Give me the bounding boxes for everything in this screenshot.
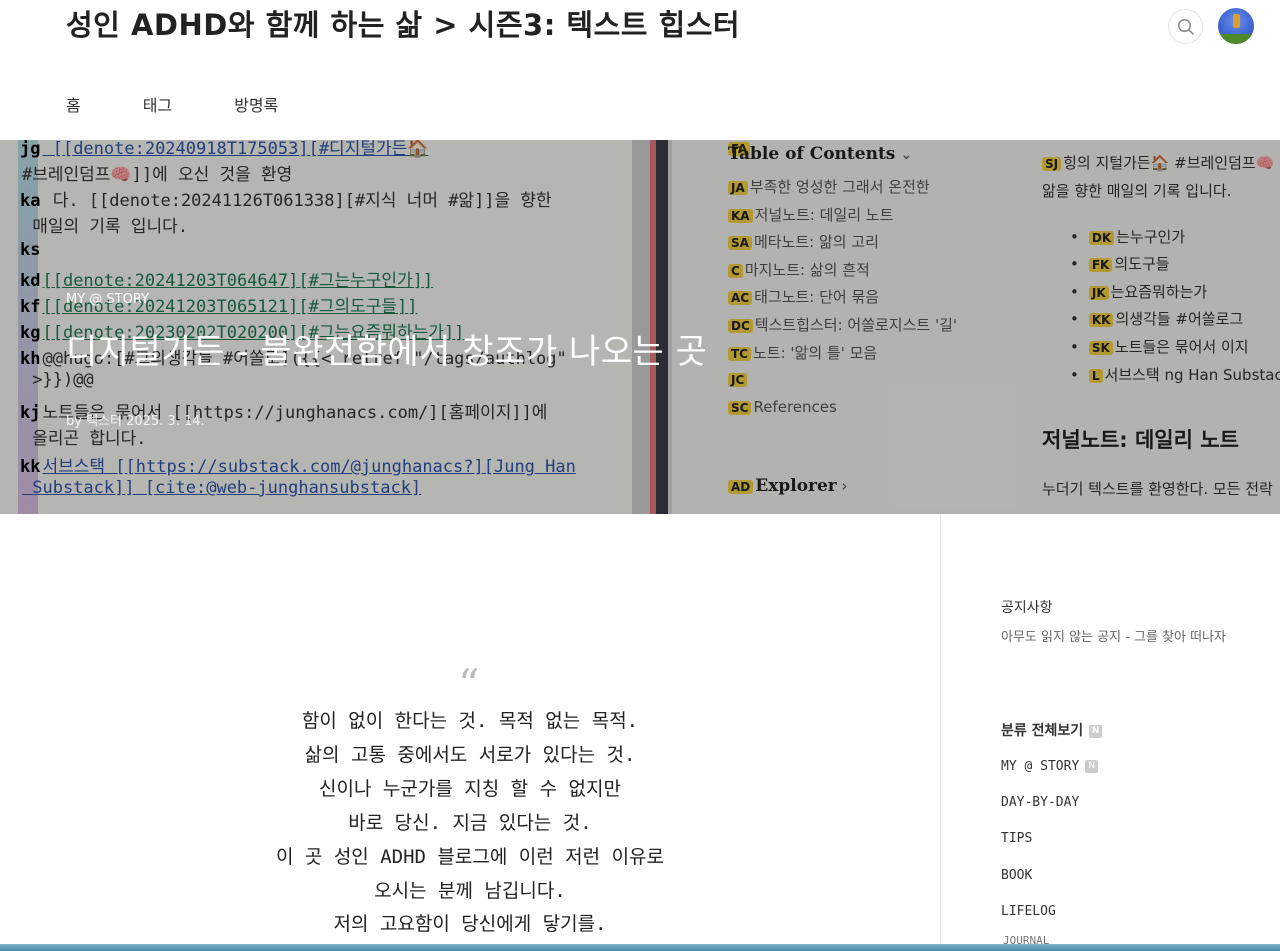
quote-line: 오시는 분께 남깁니다. [374, 880, 566, 902]
bottom-border [0, 944, 1280, 951]
site-header: 성인 ADHD와 함께 하는 삶 > 시즌3: 텍스트 힙스터 홈 태그 방명록 [0, 0, 1280, 140]
search-button[interactable] [1168, 9, 1203, 44]
category-tips[interactable]: TIPS [1001, 831, 1032, 846]
quote-line: 삶의 고통 중에서도 서로가 있다는 것. [304, 744, 636, 766]
quote-icon: “ [458, 660, 480, 709]
search-icon [1177, 18, 1194, 35]
quote-line: 바로 당신. 지금 있다는 것. [348, 812, 592, 834]
quote-line: 저의 고요함이 당신에게 닿기를. [333, 913, 607, 935]
main-nav: 홈 태그 방명록 [66, 92, 340, 116]
quote-line: 함이 없이 한다는 것. 목적 없는 목적. [301, 710, 639, 732]
nav-home[interactable]: 홈 [66, 92, 81, 116]
hero-post-title[interactable]: 디지털가든 - 불완전함에서 창조가 나오는 곳 [66, 324, 707, 373]
category-lifelog[interactable]: LIFELOG [1001, 904, 1056, 919]
category-my-story[interactable]: MY @ STORY N [1001, 759, 1099, 774]
notice-link[interactable]: 아무도 읽지 않는 공지 - 그를 찾아 떠나자 [1001, 627, 1251, 649]
nav-guestbook[interactable]: 방명록 [234, 92, 278, 116]
quote-line: 이 곳 성인 ADHD 블로그에 이런 저런 이유로 [275, 846, 665, 868]
new-badge: N [1085, 760, 1099, 773]
intro-quote: “ 함이 없이 한다는 것. 목적 없는 목적. 삶의 고통 중에서도 서로가 … [0, 514, 940, 951]
featured-post-hero[interactable]: jg [[denote:20240918T175053][#디지털가든🏠 #브레… [0, 140, 1280, 514]
category-heading[interactable]: 분류 전체보기 N [1001, 720, 1103, 740]
nav-tags[interactable]: 태그 [143, 92, 172, 116]
sidebar: 공지사항 아무도 읽지 않는 공지 - 그를 찾아 떠나자 분류 전체보기 N M… [940, 514, 1280, 951]
site-title[interactable]: 성인 ADHD와 함께 하는 삶 > 시즌3: 텍스트 힙스터 [66, 2, 740, 44]
avatar[interactable] [1218, 8, 1254, 44]
hero-post-meta: by 텍스터 2025. 3. 14. [66, 414, 205, 429]
new-badge: N [1089, 724, 1103, 738]
notice-heading: 공지사항 [1001, 600, 1053, 616]
category-book[interactable]: BOOK [1001, 868, 1032, 883]
hero-category[interactable]: MY @ STORY [66, 292, 149, 307]
quote-line: 신이나 누군가를 지칭 할 수 없지만 [319, 778, 621, 800]
category-day-by-day[interactable]: DAY-BY-DAY [1001, 795, 1079, 810]
